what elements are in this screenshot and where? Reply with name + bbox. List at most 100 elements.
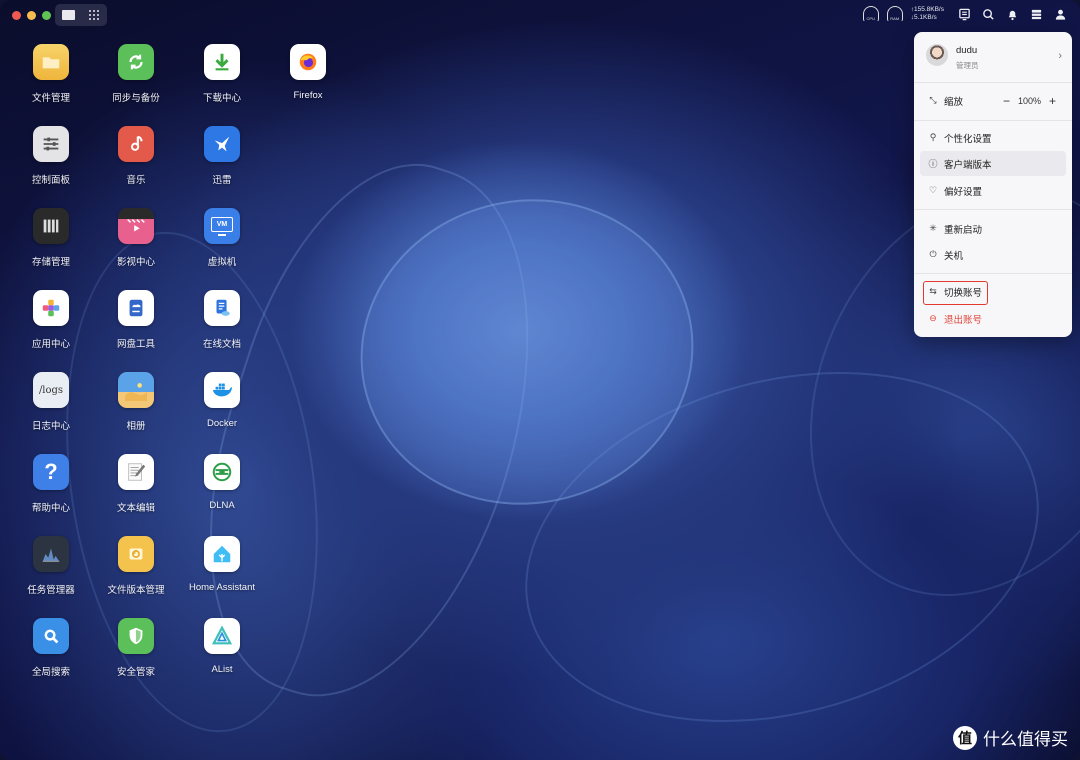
- security-icon: [118, 618, 154, 654]
- global-search-icon: [33, 618, 69, 654]
- widgets-icon[interactable]: [1028, 6, 1044, 22]
- app-control-panel[interactable]: 控制面板: [8, 126, 94, 186]
- app-security-manager[interactable]: 安全管家: [93, 618, 179, 678]
- music-icon: [118, 126, 154, 162]
- zoom-label: 缩放: [944, 96, 964, 108]
- app-label: 下载中心: [202, 93, 241, 104]
- app-log-center[interactable]: /logs 日志中心: [8, 372, 94, 432]
- storage-icon: [33, 208, 69, 244]
- user-icon[interactable]: [1052, 6, 1068, 22]
- file-version-icon: [118, 536, 154, 572]
- app-label: 存储管理: [31, 257, 70, 268]
- app-video-center[interactable]: 影视中心: [93, 208, 179, 268]
- app-cloud-drive[interactable]: 网盘工具: [93, 290, 179, 350]
- app-app-center[interactable]: 应用中心: [8, 290, 94, 350]
- app-label: 应用中心: [31, 339, 70, 350]
- dlna-icon: [204, 454, 240, 490]
- logout-menu-item[interactable]: ⊖ 退出账号: [920, 306, 1066, 331]
- minimize-window-button[interactable]: [27, 11, 36, 20]
- app-text-editor[interactable]: 文本编辑: [93, 454, 179, 514]
- app-label: Docker: [206, 418, 238, 429]
- app-alist[interactable]: AList: [179, 618, 265, 675]
- app-storage-manager[interactable]: 存储管理: [8, 208, 94, 268]
- app-global-search[interactable]: 全局搜索: [8, 618, 94, 678]
- desktop-window: CPU RAM ↑155.8KB/s ↓5.1KB/s 文件管理 同步与备份 下…: [0, 0, 1080, 760]
- bell-icon[interactable]: [1004, 6, 1020, 22]
- menu-item-label: 偏好设置: [944, 186, 983, 198]
- menu-divider: [914, 120, 1072, 121]
- search-icon[interactable]: [980, 6, 996, 22]
- restart-menu-item[interactable]: ✳ 重新启动: [920, 216, 1066, 241]
- control-panel-icon: [33, 126, 69, 162]
- cloud-drive-icon: [118, 290, 154, 326]
- app-virtual-machine[interactable]: VM 虚拟机: [179, 208, 265, 268]
- app-center-icon: [33, 290, 69, 326]
- app-home-assistant[interactable]: Home Assistant: [179, 536, 265, 593]
- restart-icon: ✳: [929, 223, 937, 233]
- app-label: 虚拟机: [207, 257, 237, 268]
- home-assistant-icon: [204, 536, 240, 572]
- network-speed[interactable]: ↑155.8KB/s ↓5.1KB/s: [911, 6, 944, 22]
- app-label: 同步与备份: [112, 93, 160, 104]
- client-version-menu-item[interactable]: ⓘ 客户端版本: [920, 151, 1066, 176]
- close-window-button[interactable]: [12, 11, 21, 20]
- menu-item-label: 客户端版本: [944, 159, 992, 171]
- app-download-center[interactable]: 下载中心: [179, 44, 265, 104]
- app-label: Firefox: [293, 90, 323, 101]
- zoom-out-button[interactable]: −: [1003, 94, 1010, 108]
- app-sync-backup[interactable]: 同步与备份: [93, 44, 179, 104]
- app-label: 迅雷: [212, 175, 232, 186]
- app-label: AList: [211, 664, 233, 675]
- info-icon: ⓘ: [928, 159, 938, 169]
- window-controls: [12, 11, 51, 20]
- watermark-text: 什么值得买: [983, 730, 1068, 749]
- app-label: 影视中心: [116, 257, 155, 268]
- app-online-docs[interactable]: 在线文档: [179, 290, 265, 350]
- user-role: 管理员: [956, 61, 979, 70]
- zoom-in-button[interactable]: +: [1049, 94, 1056, 108]
- avatar: [926, 44, 948, 66]
- preferences-menu-item[interactable]: ♡ 偏好设置: [920, 178, 1066, 203]
- menu-divider: [914, 209, 1072, 210]
- sync-icon: [118, 44, 154, 80]
- menu-item-label: 个性化设置: [944, 133, 992, 145]
- app-task-manager[interactable]: 任务管理器: [8, 536, 94, 596]
- app-label: 在线文档: [202, 339, 241, 350]
- maximize-window-button[interactable]: [42, 11, 51, 20]
- app-help-center[interactable]: ? 帮助中心: [8, 454, 94, 514]
- show-desktop-icon[interactable]: [61, 9, 75, 21]
- vm-icon: VM: [204, 208, 240, 244]
- firefox-icon: [290, 44, 326, 80]
- zoom-icon: ⤡: [929, 95, 937, 105]
- menu-item-label: 关机: [944, 250, 964, 262]
- zoom-value: 100%: [1017, 95, 1041, 106]
- app-file-manager[interactable]: 文件管理: [8, 44, 94, 104]
- download-icon: [204, 44, 240, 80]
- app-file-version[interactable]: 文件版本管理: [93, 536, 179, 596]
- app-music[interactable]: 音乐: [93, 126, 179, 186]
- app-label: 任务管理器: [27, 585, 75, 596]
- help-icon: ?: [33, 454, 69, 490]
- app-label: 网盘工具: [116, 339, 155, 350]
- user-profile-row[interactable]: dudu 管理员 ›: [914, 32, 1072, 83]
- shutdown-menu-item[interactable]: ⏻ 关机: [920, 242, 1066, 267]
- personalize-menu-item[interactable]: ⚲ 个性化设置: [920, 125, 1066, 150]
- docker-icon: [204, 372, 240, 408]
- text-editor-icon: [118, 454, 154, 490]
- ram-gauge-label: RAM: [890, 16, 900, 21]
- app-label: 安全管家: [116, 667, 155, 678]
- heart-icon: ♡: [928, 185, 938, 195]
- notes-icon[interactable]: [956, 6, 972, 22]
- app-firefox[interactable]: Firefox: [265, 44, 351, 101]
- menu-item-label: 退出账号: [944, 314, 983, 326]
- app-dlna[interactable]: DLNA: [179, 454, 265, 511]
- app-photos[interactable]: 相册: [93, 372, 179, 432]
- ram-gauge-icon[interactable]: RAM: [886, 6, 903, 22]
- app-thunder[interactable]: 迅雷: [179, 126, 265, 186]
- alist-icon: [204, 618, 240, 654]
- app-grid-icon[interactable]: [87, 9, 101, 21]
- watermark: 值 什么值得买: [953, 725, 1068, 750]
- cpu-gauge-icon[interactable]: CPU: [862, 6, 879, 22]
- app-docker[interactable]: Docker: [179, 372, 265, 429]
- app-label: 相册: [126, 421, 146, 432]
